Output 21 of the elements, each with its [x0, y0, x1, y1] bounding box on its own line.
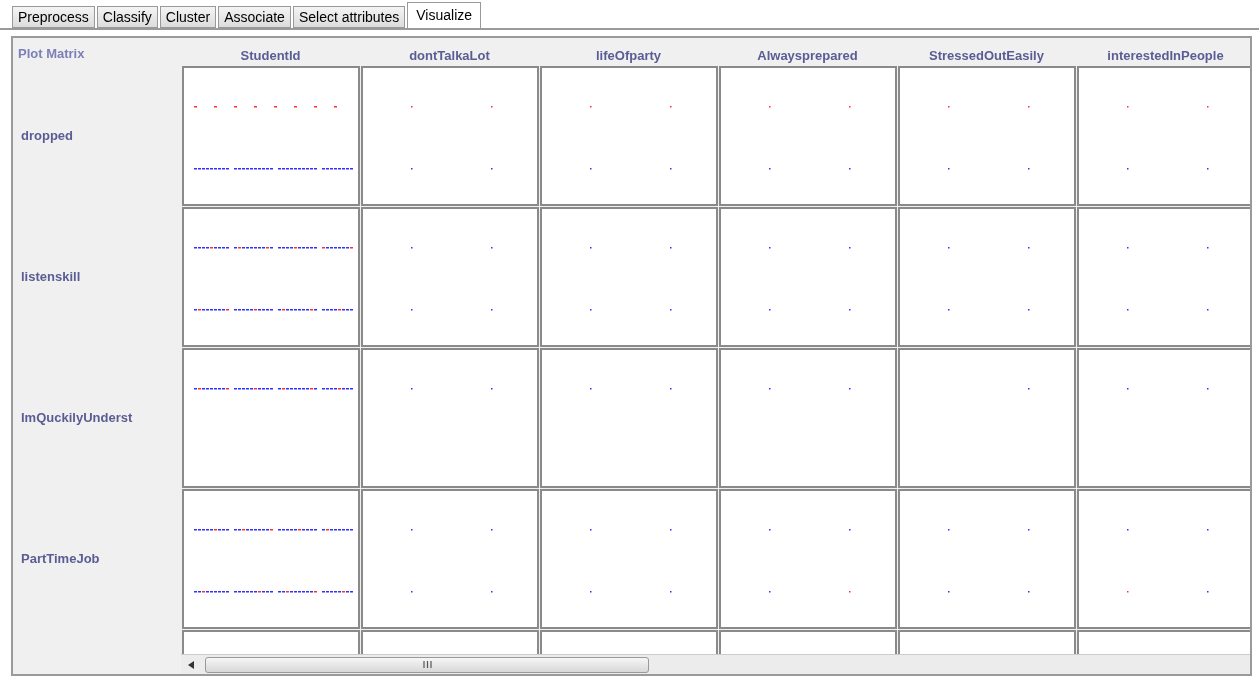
- left-arrow-icon: [188, 660, 194, 669]
- row-label: listenskill: [21, 268, 81, 287]
- horizontal-scrollbar[interactable]: [181, 654, 1250, 674]
- row-label: ImQuckilyUnderst: [21, 409, 133, 428]
- row-label: dropped: [21, 127, 73, 146]
- grip-icon: [422, 661, 432, 668]
- tab[interactable]: Preprocess: [12, 6, 95, 28]
- tab[interactable]: Visualize: [407, 2, 482, 28]
- scroll-thumb[interactable]: [205, 656, 649, 673]
- column-header: lifeOfparty: [596, 47, 661, 65]
- column-header: StudentId: [240, 47, 301, 65]
- tab[interactable]: Select attributes: [292, 6, 406, 28]
- tab[interactable]: Associate: [218, 6, 291, 28]
- column-header: interestedInPeople: [1107, 47, 1224, 65]
- panel-title: Plot Matrix: [18, 46, 85, 61]
- column-header: Alwaysprepared: [757, 47, 858, 65]
- column-header: StressedOutEasily: [929, 47, 1044, 65]
- row-label: PartTimeJob: [21, 550, 100, 569]
- column-header: dontTalkaLot: [409, 47, 490, 65]
- tab[interactable]: Classify: [96, 6, 158, 28]
- tab[interactable]: Cluster: [159, 6, 217, 28]
